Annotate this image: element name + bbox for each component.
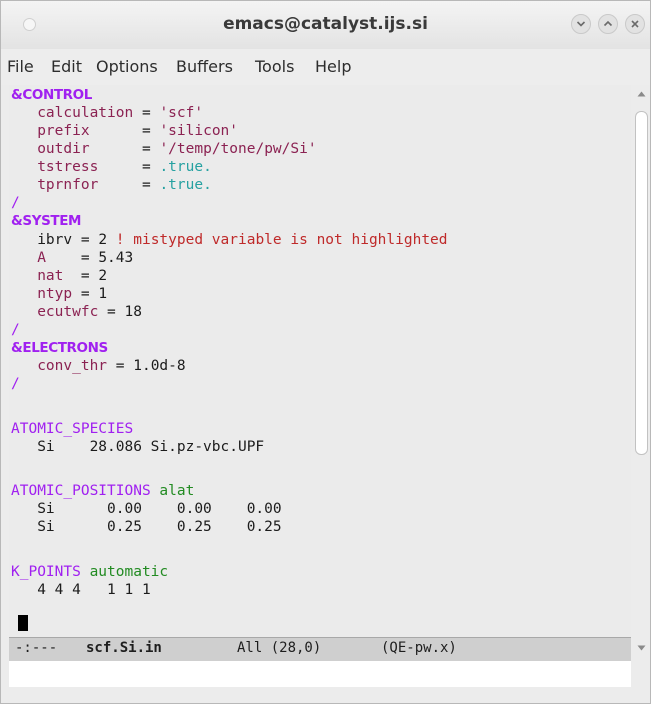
string-value: 'scf'	[159, 105, 204, 121]
editor-buffer[interactable]: &CONTROL calculation = 'scf' prefix = 's…	[9, 85, 631, 637]
menu-help[interactable]: Help	[315, 57, 351, 76]
variable-name: nat	[37, 268, 73, 284]
assign-op: =	[133, 141, 160, 157]
code-line: ibrv = 2 ! mistyped variable is not high…	[11, 230, 448, 250]
code-line: A = 5.43	[11, 248, 133, 268]
code-line: tprnfor = .true.	[11, 175, 212, 195]
string-value: 'silicon'	[159, 123, 239, 139]
variable-name: ntyp	[37, 286, 73, 302]
code-line: &SYSTEM	[11, 211, 81, 231]
code-line: nat = 2	[11, 266, 107, 286]
card-option: alat	[159, 483, 195, 499]
assign-op: = 18	[98, 304, 142, 320]
code-line: prefix = 'silicon'	[11, 121, 238, 141]
namelist-header: &CONTROL	[11, 87, 92, 103]
emacs-window: emacs@catalyst.ijs.si File Edit Options …	[0, 0, 651, 704]
boolean-value: .true.	[159, 177, 212, 193]
card-header: ATOMIC_SPECIES	[11, 421, 134, 437]
modeline-position: All (28,0)	[237, 640, 322, 656]
variable-name: conv_thr	[37, 358, 108, 374]
scroll-thumb[interactable]	[635, 111, 648, 455]
code-line: /	[11, 193, 20, 213]
assign-op: = 1	[72, 286, 108, 302]
menu-edit[interactable]: Edit	[51, 57, 82, 76]
menu-buffers[interactable]: Buffers	[176, 57, 233, 76]
card-header: ATOMIC_POSITIONS	[11, 483, 151, 499]
namelist-end: /	[11, 195, 20, 211]
variable-name: A	[37, 250, 73, 266]
code-line: /	[11, 374, 20, 394]
code-line: ATOMIC_POSITIONS alat	[11, 481, 194, 501]
title-bar[interactable]: emacs@catalyst.ijs.si	[1, 1, 650, 49]
code-line: outdir = '/temp/tone/pw/Si'	[11, 139, 317, 159]
variable-name: prefix	[37, 123, 134, 139]
menu-options[interactable]: Options	[96, 57, 158, 76]
code-line: /	[11, 320, 20, 340]
variable-name: ecutwfc	[37, 304, 99, 320]
code-line: K_POINTS automatic	[11, 562, 168, 582]
menu-file[interactable]: File	[7, 57, 34, 76]
close-button[interactable]	[625, 14, 645, 34]
namelist-header: &SYSTEM	[11, 213, 82, 229]
code-line: Si 28.086 Si.pz-vbc.UPF	[11, 439, 265, 455]
assign-op: =	[133, 159, 160, 175]
modeline-major-mode[interactable]: (QE-pw.x)	[381, 640, 457, 656]
variable-name: calculation	[37, 105, 134, 121]
namelist-end: /	[11, 376, 20, 392]
chevron-up-icon	[603, 20, 613, 27]
code-line: conv_thr = 1.0d-8	[11, 356, 186, 376]
text-cursor	[18, 615, 28, 631]
card-option: automatic	[89, 564, 169, 580]
code-line: tstress = .true.	[11, 157, 212, 177]
code-line: &CONTROL	[11, 85, 92, 105]
variable-name: ibrv	[37, 232, 73, 248]
assign-op: =	[133, 105, 160, 121]
window-title: emacs@catalyst.ijs.si	[223, 14, 428, 34]
namelist-header: &ELECTRONS	[11, 340, 108, 356]
maximize-button[interactable]	[598, 14, 618, 34]
vertical-scrollbar[interactable]	[633, 85, 650, 661]
assign-op: =	[133, 123, 160, 139]
assign-op: = 2	[72, 232, 116, 248]
code-line: Si 0.25 0.25 0.25	[11, 519, 282, 535]
scroll-up-arrow-icon[interactable]	[637, 91, 646, 97]
minimize-button[interactable]	[571, 14, 591, 34]
string-value: '/temp/tone/pw/Si'	[159, 141, 317, 157]
code-line: 4 4 4 1 1 1	[11, 582, 151, 598]
code-line: calculation = 'scf'	[11, 103, 203, 123]
code-line: Si 0.00 0.00 0.00	[11, 501, 282, 517]
card-header: K_POINTS	[11, 564, 81, 580]
modeline-status: -:---	[15, 640, 58, 656]
assign-op: = 1.0d-8	[107, 358, 186, 374]
menu-tools[interactable]: Tools	[255, 57, 294, 76]
boolean-value: .true.	[159, 159, 212, 175]
code-line: ecutwfc = 18	[11, 302, 142, 322]
scroll-down-arrow-icon[interactable]	[637, 645, 646, 651]
variable-name: tstress	[37, 159, 134, 175]
namelist-end: /	[11, 322, 20, 338]
assign-op: = 5.43	[72, 250, 134, 266]
assign-op: =	[133, 177, 160, 193]
close-icon	[631, 20, 639, 28]
mode-line: -:--- scf.Si.in All (28,0) (QE-pw.x)	[9, 637, 631, 661]
code-line: ntyp = 1	[11, 284, 107, 304]
code-line: ATOMIC_SPECIES	[11, 419, 133, 439]
modeline-buffer-name[interactable]: scf.Si.in	[86, 640, 162, 656]
assign-op: = 2	[72, 268, 108, 284]
minibuffer[interactable]	[9, 661, 631, 687]
menu-bar: File Edit Options Buffers Tools Help	[1, 49, 650, 85]
comment-text: ! mistyped variable is not highlighted	[115, 232, 448, 248]
variable-name: outdir	[37, 141, 134, 157]
variable-name: tprnfor	[37, 177, 134, 193]
code-line: &ELECTRONS	[11, 338, 108, 358]
chevron-down-icon	[576, 21, 586, 27]
